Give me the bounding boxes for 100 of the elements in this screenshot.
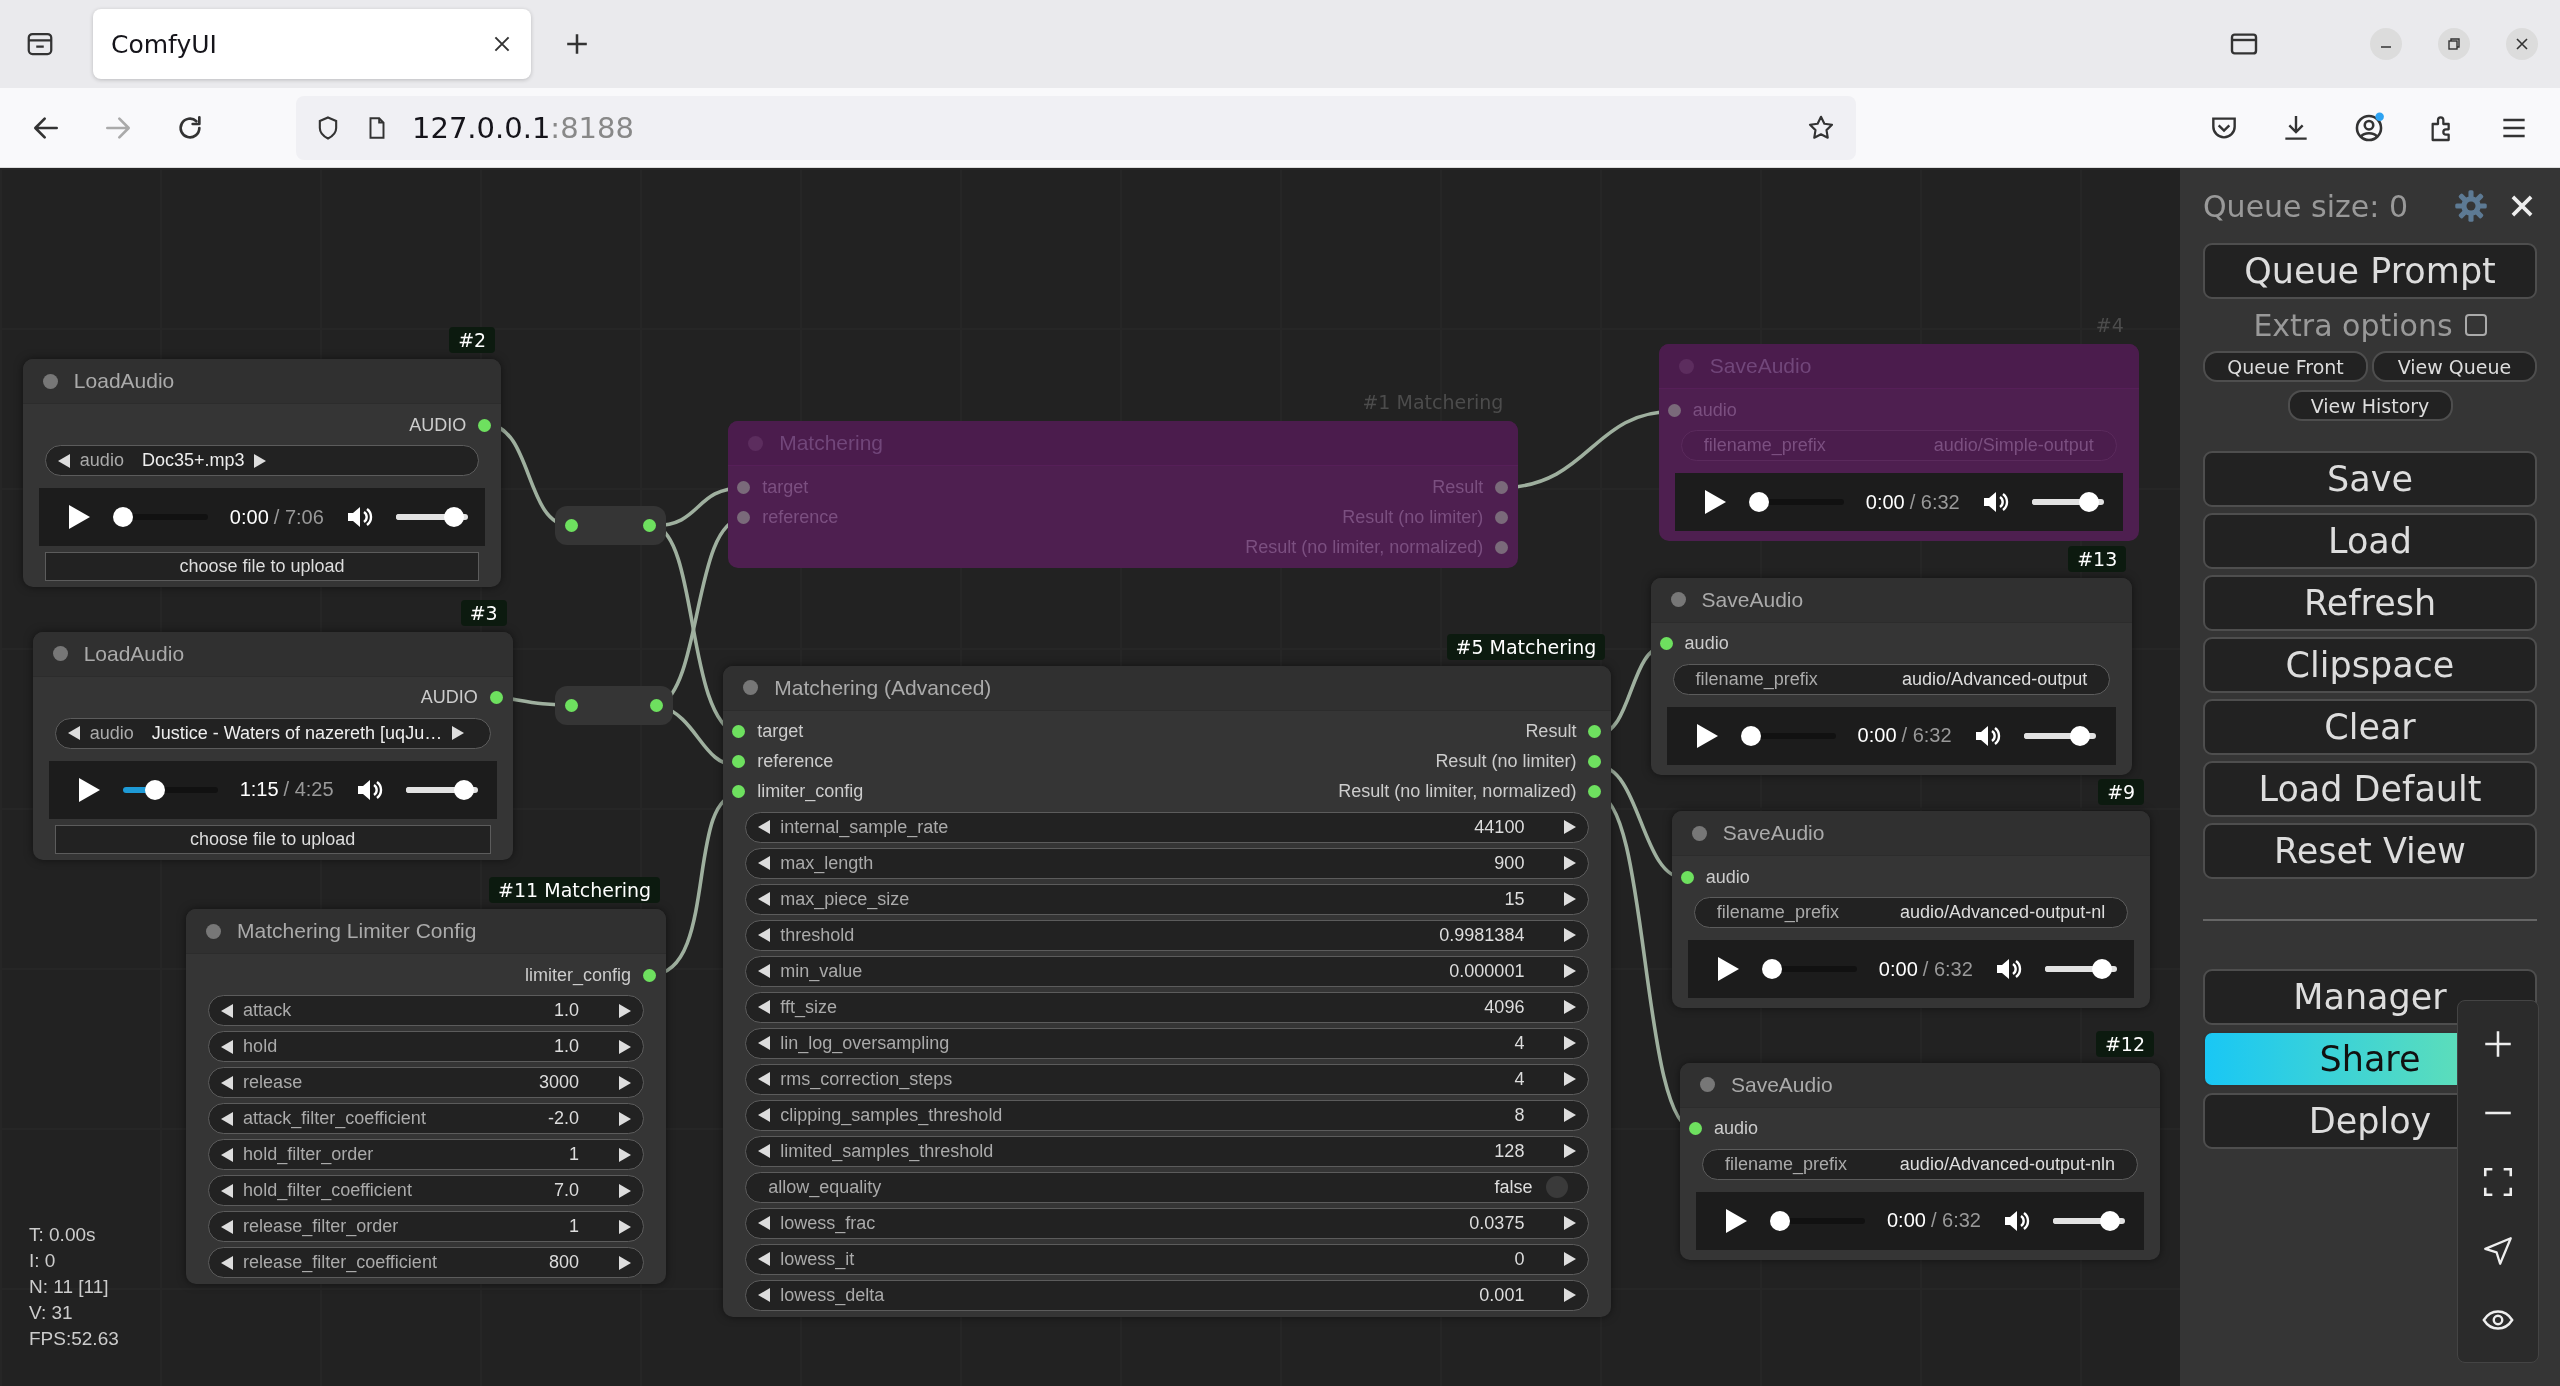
slider-thumb[interactable] — [444, 507, 465, 527]
queue-action-button[interactable]: View History — [2287, 390, 2453, 421]
output-dot[interactable] — [1588, 755, 1602, 769]
text-field[interactable]: filename_prefix audio/Advanced-output — [1672, 663, 2111, 695]
number-field[interactable]: hold 1.0 — [208, 1031, 645, 1063]
output-dot[interactable] — [1495, 510, 1509, 524]
number-field[interactable]: rms_correction_steps 4 — [745, 1063, 1590, 1095]
output-dot[interactable] — [1495, 480, 1509, 494]
node-header[interactable]: LoadAudio — [22, 359, 502, 404]
left-arrow-icon[interactable] — [756, 818, 773, 837]
slider-thumb[interactable] — [112, 507, 133, 527]
play-icon[interactable] — [1702, 489, 1727, 516]
left-arrow-icon[interactable] — [756, 1070, 773, 1089]
left-arrow-icon[interactable] — [756, 1142, 773, 1161]
slider-thumb[interactable] — [1770, 1210, 1790, 1231]
input-dot[interactable] — [732, 725, 746, 739]
input-dot[interactable] — [1659, 637, 1673, 651]
output-dot[interactable] — [1588, 725, 1602, 739]
left-arrow-icon[interactable] — [219, 1145, 236, 1164]
output-dot[interactable] — [1495, 540, 1509, 554]
progress-slider[interactable] — [112, 507, 208, 527]
input-dot[interactable] — [1680, 870, 1694, 884]
upload-button[interactable]: choose file to upload — [44, 552, 480, 581]
node-header[interactable]: Matchering Limiter Config — [186, 909, 667, 955]
left-arrow-icon[interactable] — [756, 890, 773, 909]
node-header[interactable]: LoadAudio — [32, 631, 513, 677]
number-field[interactable]: lin_log_oversampling 4 — [745, 1027, 1590, 1059]
number-field[interactable]: hold_filter_coefficient 7.0 — [208, 1175, 645, 1207]
number-field[interactable]: release_filter_order 1 — [208, 1211, 645, 1243]
slider-thumb[interactable] — [1740, 725, 1761, 746]
left-arrow-icon[interactable] — [756, 998, 773, 1017]
play-icon[interactable] — [1724, 1207, 1748, 1234]
play-icon[interactable] — [76, 776, 101, 803]
dropdown-field[interactable]: audio Justice - Waters of nazereth [uqJu… — [54, 717, 491, 749]
volume-slider[interactable] — [2031, 492, 2104, 513]
number-field[interactable]: threshold 0.9981384 — [745, 919, 1590, 951]
progress-slider[interactable] — [1740, 725, 1836, 746]
number-field[interactable]: internal_sample_rate 44100 — [745, 811, 1590, 843]
queue-action-button[interactable]: Queue Front — [2203, 351, 2368, 382]
connector-dot[interactable] — [649, 698, 663, 712]
left-arrow-icon[interactable] — [219, 1109, 236, 1128]
play-icon[interactable] — [66, 504, 91, 530]
left-arrow-icon[interactable] — [219, 1181, 236, 1200]
connector-dot[interactable] — [565, 698, 579, 712]
slider-thumb[interactable] — [1761, 959, 1782, 980]
menu-button[interactable]: Load — [2203, 513, 2537, 569]
settings-icon[interactable] — [2453, 188, 2489, 224]
volume-icon[interactable] — [345, 504, 374, 530]
slider-thumb[interactable] — [2070, 725, 2091, 746]
number-field[interactable]: max_length 900 — [745, 847, 1590, 879]
dropdown-field[interactable]: audio Doc35+.mp3 — [44, 445, 480, 476]
left-arrow-icon[interactable] — [219, 1073, 236, 1092]
left-arrow-icon[interactable] — [219, 1037, 236, 1056]
input-dot[interactable] — [732, 755, 746, 769]
left-arrow-icon[interactable] — [756, 962, 773, 981]
menu-button[interactable]: Clear — [2203, 699, 2537, 755]
node-header[interactable]: Matchering (Advanced) — [723, 665, 1612, 711]
number-field[interactable]: clipping_samples_threshold 8 — [745, 1099, 1590, 1131]
volume-slider[interactable] — [2023, 725, 2096, 746]
number-field[interactable]: release 3000 — [208, 1067, 645, 1099]
queue-button[interactable]: Queue Prompt — [2203, 243, 2537, 299]
play-icon[interactable] — [1694, 722, 1719, 749]
progress-slider[interactable] — [1761, 959, 1857, 980]
restore-icon[interactable] — [2438, 28, 2470, 60]
number-field[interactable]: lowess_delta 0.001 — [745, 1279, 1590, 1311]
slider-thumb[interactable] — [2099, 1210, 2120, 1231]
output-dot[interactable] — [478, 418, 492, 432]
slider-thumb[interactable] — [145, 779, 166, 800]
slider-thumb[interactable] — [454, 779, 474, 800]
left-arrow-icon[interactable] — [219, 1001, 236, 1020]
close-icon[interactable] — [2509, 193, 2535, 219]
output-dot[interactable] — [489, 691, 503, 705]
text-field[interactable]: filename_prefix audio/Advanced-output-nl — [1693, 897, 2129, 929]
left-arrow-icon[interactable] — [756, 926, 773, 945]
volume-slider[interactable] — [395, 507, 468, 527]
left-arrow-icon[interactable] — [756, 1214, 773, 1233]
menu-button[interactable]: Manager — [2203, 969, 2537, 1025]
left-arrow-icon[interactable] — [756, 1250, 773, 1269]
input-dot[interactable] — [737, 510, 751, 524]
node-header[interactable]: SaveAudio — [1650, 577, 2133, 623]
output-dot[interactable] — [1588, 785, 1602, 799]
number-field[interactable]: min_value 0.000001 — [745, 955, 1590, 987]
address-field[interactable]: 127.0.0.1:8188 — [296, 95, 1856, 160]
progress-slider[interactable] — [1770, 1210, 1865, 1231]
input-dot[interactable] — [1667, 403, 1681, 417]
number-field[interactable]: hold_filter_order 1 — [208, 1139, 645, 1171]
menu-button[interactable]: Clipspace — [2203, 637, 2537, 693]
input-dot[interactable] — [732, 785, 746, 799]
number-field[interactable]: lowess_frac 0.0375 — [745, 1207, 1590, 1239]
menu-button[interactable]: Save — [2203, 451, 2537, 507]
connector-dot[interactable] — [565, 518, 579, 532]
left-arrow-icon[interactable] — [756, 1034, 773, 1053]
left-arrow-icon[interactable] — [219, 1253, 236, 1272]
reroute-node[interactable] — [555, 505, 667, 545]
number-field[interactable]: max_piece_size 15 — [745, 883, 1590, 915]
progress-slider[interactable] — [122, 779, 218, 800]
reroute-node[interactable] — [555, 685, 673, 725]
queue-action-button[interactable]: View Queue — [2372, 351, 2537, 382]
input-dot[interactable] — [737, 480, 751, 494]
slider-thumb[interactable] — [1748, 492, 1769, 513]
